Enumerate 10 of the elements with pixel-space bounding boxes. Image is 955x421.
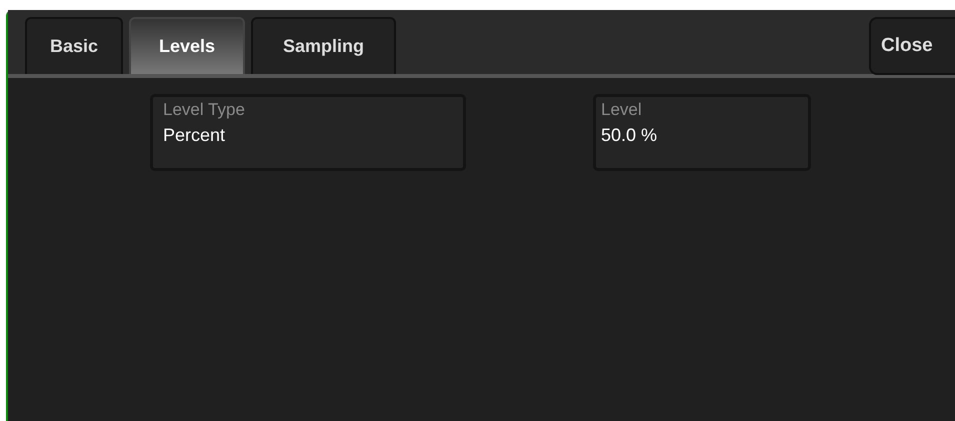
close-button[interactable]: Close bbox=[869, 17, 955, 75]
field-value: 50.0 % bbox=[601, 125, 658, 146]
tab[interactable]: Levels bbox=[129, 17, 245, 74]
tab[interactable]: Sampling bbox=[251, 17, 396, 74]
field-label: Level bbox=[601, 100, 643, 120]
dropdown-field[interactable]: Level 50.0 % bbox=[593, 94, 811, 171]
tab[interactable]: Basic bbox=[25, 17, 123, 74]
field-label: Level Type bbox=[163, 100, 246, 120]
dropdown-field[interactable]: Level Type Percent bbox=[150, 94, 466, 171]
field-value: Percent bbox=[163, 125, 226, 146]
